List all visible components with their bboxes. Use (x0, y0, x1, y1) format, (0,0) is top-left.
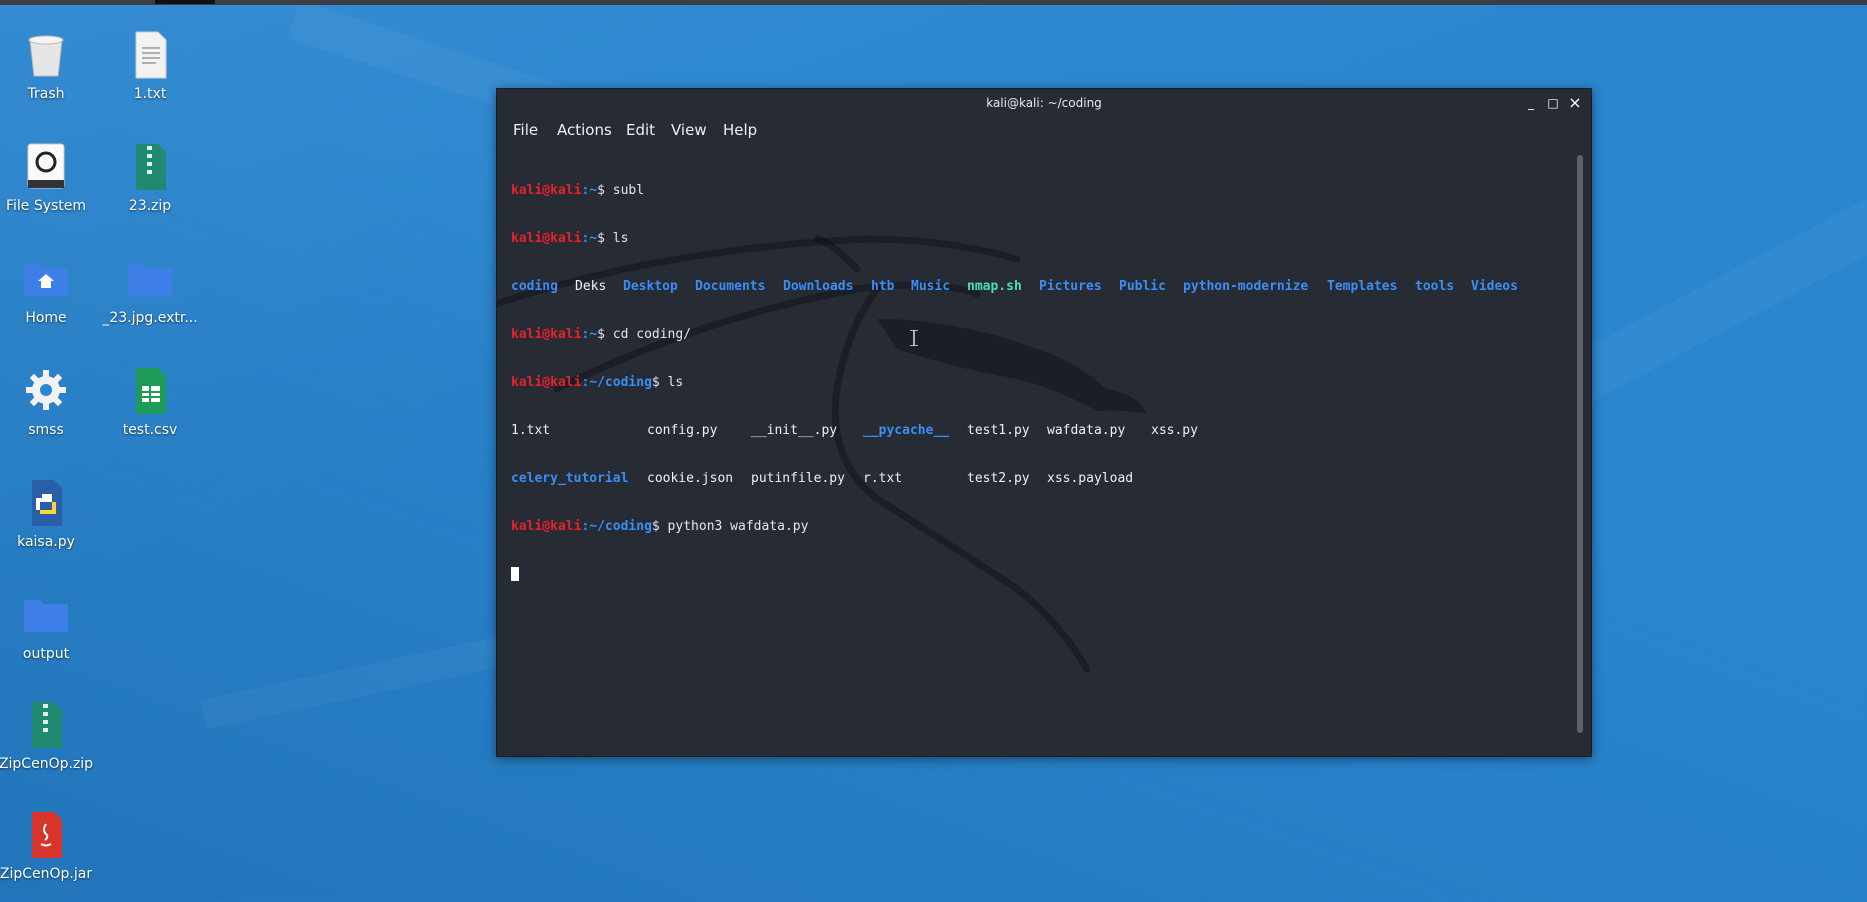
file-entry: test1.py (967, 423, 1030, 438)
command-text: $ cd coding/ (597, 327, 692, 342)
desktop-icon-23-zip[interactable]: 23.zip (100, 142, 200, 214)
desktop-icon-label: ZipCenOp.zip (0, 756, 94, 772)
desktop-icon-home[interactable]: Home (0, 254, 96, 326)
desktop-icon-trash[interactable]: Trash (0, 30, 96, 102)
terminal-line: kali@kali:~$ subl (511, 183, 1571, 199)
prompt-user: kali@kali (511, 519, 582, 534)
desktop-icon-1-txt[interactable]: 1.txt (100, 30, 200, 102)
prompt-user: kali@kali (511, 375, 582, 390)
desktop-icon-zipcenop-zip[interactable]: ZipCenOp.zip (0, 700, 96, 772)
command-text: $ python3 wafdata.py (651, 519, 809, 534)
dir-entry: Desktop (623, 279, 678, 294)
command-text: $ ls (597, 231, 629, 246)
text-cursor (511, 567, 519, 581)
text-file-icon (126, 30, 174, 80)
file-entry: 1.txt (511, 423, 551, 438)
desktop-icon-label: output (22, 646, 70, 662)
ls-output-line: coding Deks Desktop Documents Downloads … (511, 279, 1571, 295)
drive-icon (22, 142, 70, 192)
dir-entry: Videos (1471, 279, 1518, 294)
trash-icon (22, 30, 70, 80)
ls-output-line: 1.txt config.py __init__.py __pycache__ … (511, 423, 1571, 439)
file-entry: cookie.json (647, 471, 734, 486)
prompt-path: :~ (581, 183, 598, 198)
dir-entry: htb (871, 279, 895, 294)
java-file-icon (22, 810, 70, 860)
desktop-icon-label: _23.jpg.extr... (102, 310, 198, 326)
python-file-icon (22, 478, 70, 528)
command-text: $ ls (651, 375, 684, 390)
dir-entry: celery_tutorial (511, 471, 629, 486)
file-entry: r.txt (863, 471, 903, 486)
file-entry: xss.payload (1047, 471, 1134, 486)
prompt-path: :~/coding (581, 519, 652, 534)
desktop-icon-zipcenop-jar[interactable]: ZipCenOp.jar (0, 810, 96, 882)
folder-icon (126, 254, 174, 304)
terminal-line (511, 567, 1571, 583)
dir-entry: Public (1119, 279, 1166, 294)
zip-icon (22, 700, 70, 750)
desktop-icon-label: Trash (27, 86, 65, 102)
desktop-icon-kaisa-py[interactable]: kaisa.py (0, 478, 96, 550)
dir-entry: Deks (575, 279, 607, 294)
desktop-icon-smss[interactable]: smss (0, 366, 96, 438)
desktop-icon-label: test.csv (122, 422, 178, 438)
file-entry: xss.py (1151, 423, 1198, 438)
dir-entry: __pycache__ (863, 423, 950, 438)
ls-output-line: celery_tutorial cookie.json putinfile.py… (511, 471, 1571, 487)
top-panel (0, 0, 1867, 5)
file-entry: config.py (647, 423, 718, 438)
prompt-path: :~ (581, 231, 598, 246)
desktop-icon-output[interactable]: output (0, 590, 96, 662)
dir-entry: tools (1415, 279, 1455, 294)
file-entry: __init__.py (751, 423, 838, 438)
desktop-icon-label: smss (28, 422, 64, 438)
desktop-icon-label: kaisa.py (17, 534, 75, 550)
desktop-icon-label: File System (5, 198, 87, 214)
dir-entry: Documents (695, 279, 766, 294)
desktop-icon-label: 23.zip (128, 198, 172, 214)
panel-active-indicator (155, 0, 215, 4)
gear-icon (22, 366, 70, 416)
dir-entry: Music (911, 279, 951, 294)
home-folder-icon (22, 254, 70, 304)
prompt-user: kali@kali (511, 327, 582, 342)
zip-icon (126, 142, 174, 192)
dir-entry: python-modernize (1183, 279, 1309, 294)
desktop-icon-label: Home (25, 310, 67, 326)
dir-entry: coding (511, 279, 558, 294)
spreadsheet-icon (126, 366, 174, 416)
prompt-user: kali@kali (511, 183, 582, 198)
terminal-line: kali@kali:~$ ls (511, 231, 1571, 247)
desktop-icon-test-csv[interactable]: test.csv (100, 366, 200, 438)
desktop-icon-label: 1.txt (133, 86, 167, 102)
folder-icon (22, 590, 70, 640)
terminal-output[interactable]: kali@kali:~$ subl kali@kali:~$ ls coding… (511, 151, 1571, 746)
file-entry: putinfile.py (751, 471, 845, 486)
desktop-icon-file-system[interactable]: File System (0, 142, 96, 214)
command-text: $ subl (597, 183, 645, 198)
terminal-line: kali@kali:~$ cd coding/ (511, 327, 1571, 343)
prompt-path: :~/coding (581, 375, 652, 390)
scrollbar[interactable] (1577, 155, 1583, 733)
file-entry: nmap.sh (967, 279, 1022, 294)
prompt-path: :~ (581, 327, 598, 342)
file-entry: test2.py (967, 471, 1030, 486)
dir-entry: Templates (1327, 279, 1398, 294)
terminal-line: kali@kali:~/coding$ ls (511, 375, 1571, 391)
mouse-ibeam-cursor-icon (910, 329, 918, 350)
terminal-line: kali@kali:~/coding$ python3 wafdata.py (511, 519, 1571, 535)
dir-entry: Pictures (1039, 279, 1102, 294)
terminal-window[interactable]: kali@kali: ~/coding _ □ × File Actions E… (496, 88, 1592, 757)
desktop-icon-23-jpg-extracted[interactable]: _23.jpg.extr... (100, 254, 200, 326)
desktop-icon-label: ZipCenOp.jar (0, 866, 93, 882)
file-entry: wafdata.py (1047, 423, 1126, 438)
prompt-user: kali@kali (511, 231, 582, 246)
dir-entry: Downloads (783, 279, 854, 294)
